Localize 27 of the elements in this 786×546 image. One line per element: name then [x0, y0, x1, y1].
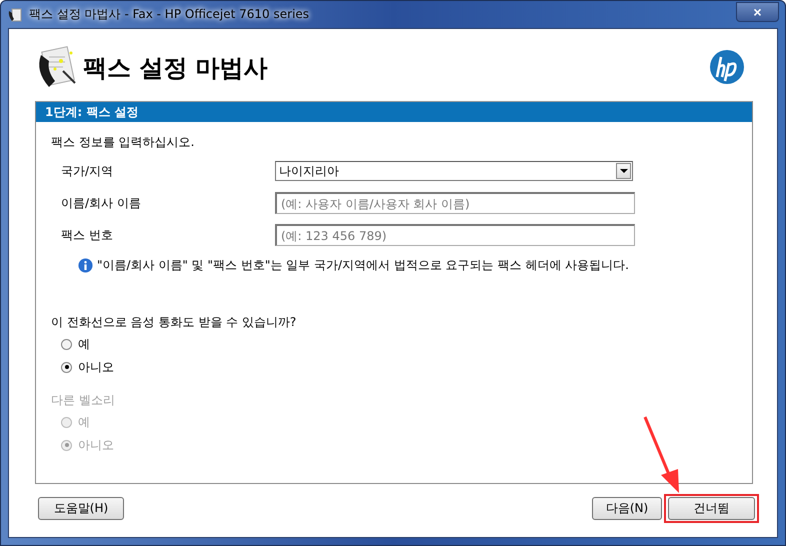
- wizard-title: 팩스 설정 마법사: [83, 53, 268, 84]
- field-label: 이름/회사 이름: [60, 194, 142, 212]
- info-text: "이름/회사 이름" 및 "팩스 번호"는 일부 국가/지역에서 법적으로 요구되는 팩스 헤더에 사용됩니다.: [97, 256, 629, 274]
- button[interactable]: 도움말(H): [38, 497, 124, 520]
- input-field[interactable]: (예: 사용자 이름/사용자 회사 이름): [275, 192, 635, 214]
- radio-label[interactable]: 예: [78, 336, 90, 352]
- input-field[interactable]: (예: 123 456 789): [275, 224, 635, 246]
- radio-label: 아니오: [78, 436, 114, 454]
- field-label: 국가/지역: [60, 162, 114, 180]
- radio-button[interactable]: [61, 338, 72, 350]
- question-text: 이 전화선으로 음성 통화도 받을 수 있습니까?: [51, 314, 298, 330]
- highlighted-button[interactable]: 건너뜀: [668, 497, 755, 520]
- button[interactable]: 다음(N): [592, 497, 662, 520]
- radio-label[interactable]: 아니오: [78, 358, 114, 376]
- close-button[interactable]: ×: [736, 2, 779, 22]
- radio-button[interactable]: [61, 362, 72, 372]
- caret-icon: [620, 169, 628, 173]
- fax-icon: [7, 6, 23, 22]
- radio-label: 예: [78, 414, 90, 430]
- step-header: 1단계: 팩스 설정: [36, 101, 752, 122]
- instruction-text: 팩스 정보를 입력하십시오.: [51, 134, 196, 150]
- dropdown[interactable]: 나이지리아: [275, 161, 633, 181]
- window-title: 팩스 설정 마법사 - Fax - HP Officejet 7610 series: [29, 6, 310, 23]
- info-icon: [78, 258, 93, 272]
- logo-icon: [709, 49, 745, 85]
- field-label: 팩스 번호: [60, 226, 114, 244]
- section-label: 다른 벨소리: [51, 392, 116, 408]
